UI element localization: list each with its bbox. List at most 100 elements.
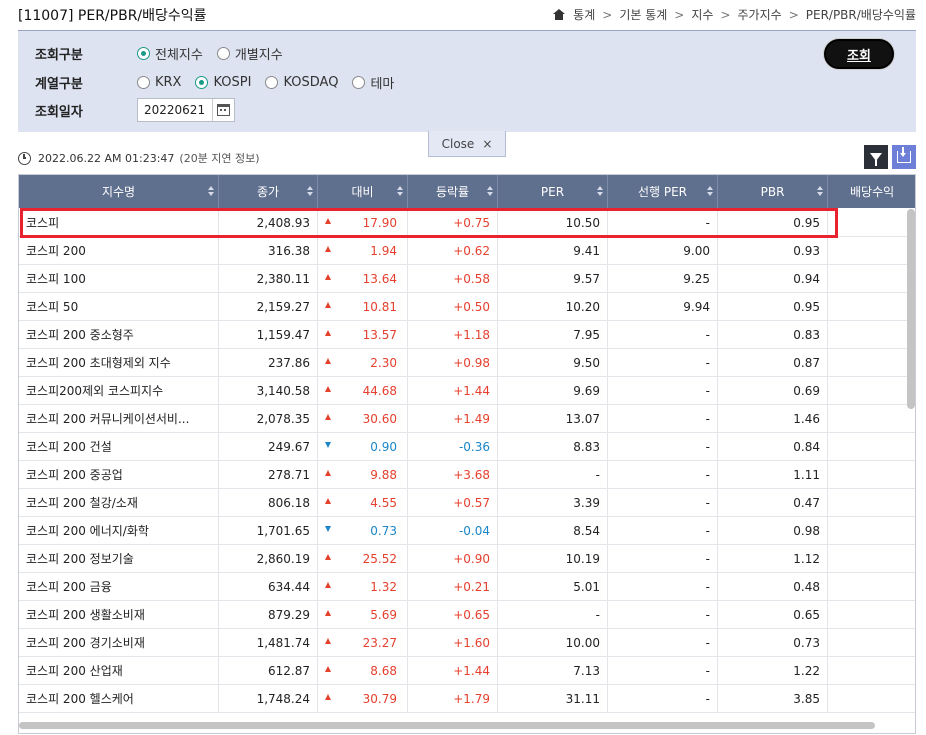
cell-pbr: 0.48 (718, 573, 828, 600)
close-panel-tab[interactable]: Close × (428, 131, 506, 157)
cell-index-name[interactable]: 코스피 200 정보기술 (19, 545, 219, 572)
table-row[interactable]: 코스피 200 헬스케어 1,748.24 30.79 +1.79 31.11-3.85 (19, 685, 915, 713)
table-row[interactable]: 코스피 200 초대형제외 지수 237.86 2.30 +0.98 9.50-0.87 (19, 349, 915, 377)
cell-index-name[interactable]: 코스피 200 경기소비재 (19, 629, 219, 656)
table-row[interactable]: 코스피200제외 코스피지수 3,140.58 44.68 +1.44 9.69-0.6… (19, 377, 915, 405)
cell-index-name[interactable]: 코스피 200 에너지/화학 (19, 517, 219, 544)
cell-change: 44.68 (318, 377, 408, 404)
table-row[interactable]: 코스피 100 2,380.11 13.64 +0.58 9.57 9.25 0.94 (19, 265, 915, 293)
breadcrumb-item[interactable]: 지수 (691, 6, 713, 23)
column-header-name[interactable]: 지수명 (19, 175, 219, 208)
cell-forward-per: - (608, 321, 718, 348)
breadcrumb-item[interactable]: 주가지수 (738, 6, 782, 23)
cell-change: 8.68 (318, 657, 408, 684)
date-picker (137, 98, 235, 122)
radio-theme[interactable]: 테마 (352, 73, 394, 92)
cell-index-name[interactable]: 코스피 (19, 209, 219, 236)
cell-change: 1.94 (318, 237, 408, 264)
cell-index-name[interactable]: 코스피 200 산업재 (19, 657, 219, 684)
cell-forward-per: - (608, 209, 718, 236)
cell-forward-per: - (608, 685, 718, 712)
radio-kospi[interactable]: KOSPI (195, 75, 251, 90)
change-value: 30.60 (362, 411, 397, 426)
table-row[interactable]: 코스피 200 생활소비재 879.29 5.69 +0.65- -0.65 (19, 601, 915, 629)
table-row[interactable]: 코스피 200 산업재 612.87 8.68 +1.44 7.13-1.22 (19, 657, 915, 685)
table-row[interactable]: 코스피 200 316.38 1.94 +0.62 9.41 9.00 0.93 (19, 237, 915, 265)
radio-kosdaq[interactable]: KOSDAQ (265, 75, 338, 90)
radio-label: KRX (155, 75, 182, 90)
cell-index-name[interactable]: 코스피 200 생활소비재 (19, 601, 219, 628)
cell-index-name[interactable]: 코스피 50 (19, 293, 219, 320)
breadcrumb-item[interactable]: 기본 통계 (619, 6, 667, 23)
cell-index-name[interactable]: 코스피 200 중공업 (19, 461, 219, 488)
table-row[interactable]: 코스피 200 금융 634.44 1.32 +0.21 5.01-0.48 (19, 573, 915, 601)
cell-index-name[interactable]: 코스피 200 철강/소재 (19, 489, 219, 516)
cell-rate: +1.60 (408, 629, 498, 656)
timestamp: 2022.06.22 AM 01:23:47 (38, 151, 175, 165)
cell-change: 2.30 (318, 349, 408, 376)
table-row[interactable]: 코스피 200 경기소비재 1,481.74 23.27 +1.60 10.00-0.7… (19, 629, 915, 657)
cell-pbr: 1.12 (718, 545, 828, 572)
calendar-icon (217, 104, 230, 116)
table-row[interactable]: 코스피 200 정보기술 2,860.19 25.52 +0.90 10.19-1.12 (19, 545, 915, 573)
table-row[interactable]: 코스피 2,408.93 17.90 +0.75 10.50-0.95 (19, 209, 915, 237)
series-row: 계열구분 KRX KOSPI KOSDAQ 테마 (35, 73, 408, 92)
table-row[interactable]: 코스피 200 건설 249.67 0.90 -0.36 8.83-0.84 (19, 433, 915, 461)
cell-rate: -0.04 (408, 517, 498, 544)
column-header-change[interactable]: 대비 (318, 175, 408, 208)
cell-dividend (828, 293, 915, 320)
cell-index-name[interactable]: 코스피 100 (19, 265, 219, 292)
breadcrumb-item[interactable]: 통계 (573, 6, 595, 23)
table-row[interactable]: 코스피 200 철강/소재 806.18 4.55 +0.57 3.39-0.47 (19, 489, 915, 517)
radio-all-index[interactable]: 전체지수 (137, 44, 203, 63)
cell-index-name[interactable]: 코스피 200 금융 (19, 573, 219, 600)
close-tab-label: Close (441, 136, 475, 151)
cell-rate: +0.75 (408, 209, 498, 236)
cell-per: 31.11 (498, 685, 608, 712)
table-row[interactable]: 코스피 200 에너지/화학 1,701.65 0.73 -0.04 8.54-0.98 (19, 517, 915, 545)
radio-dot[interactable] (216, 47, 230, 60)
cell-index-name[interactable]: 코스피 200 건설 (19, 433, 219, 460)
column-header-pbr[interactable]: PBR (718, 175, 828, 208)
date-input[interactable] (138, 99, 212, 121)
cell-index-name[interactable]: 코스피 200 중소형주 (19, 321, 219, 348)
cell-per: 9.50 (498, 349, 608, 376)
column-header-rate[interactable]: 등락률 (408, 175, 498, 208)
column-header-label: 등락률 (435, 185, 470, 199)
cell-close: 316.38 (219, 237, 318, 264)
search-button[interactable]: 조회 (824, 39, 894, 69)
cell-index-name[interactable]: 코스피 200 헬스케어 (19, 685, 219, 712)
table-row[interactable]: 코스피 200 커뮤니케이션서비... 2,078.35 30.60 +1.49 13.… (19, 405, 915, 433)
radio-dot[interactable] (352, 76, 366, 89)
column-header-per[interactable]: PER (498, 175, 608, 208)
table-row[interactable]: 코스피 200 중소형주 1,159.47 13.57 +1.18 7.95-0.83 (19, 321, 915, 349)
horizontal-scrollbar[interactable] (19, 722, 875, 729)
table-row[interactable]: 코스피 50 2,159.27 10.81 +0.50 10.20 9.94 0.95 (19, 293, 915, 321)
chevron-right-icon: > (602, 7, 613, 22)
table-row[interactable]: 코스피 200 중공업 278.71 9.88 +3.68- -1.11 (19, 461, 915, 489)
cell-index-name[interactable]: 코스피 200 커뮤니케이션서비... (19, 405, 219, 432)
breadcrumb-item[interactable]: PER/PBR/배당수익률 (806, 6, 916, 23)
vertical-scrollbar[interactable] (907, 209, 915, 409)
radio-dot[interactable] (137, 76, 150, 89)
column-header-forward-per[interactable]: 선행 PER (608, 175, 718, 208)
radio-dot[interactable] (137, 47, 150, 60)
cell-forward-per: - (608, 657, 718, 684)
cell-per: 5.01 (498, 573, 608, 600)
column-header-close[interactable]: 종가 (219, 175, 318, 208)
radio-dot[interactable] (265, 76, 279, 89)
cell-index-name[interactable]: 코스피 200 (19, 237, 219, 264)
download-button[interactable] (892, 145, 916, 169)
calendar-button[interactable] (212, 99, 234, 121)
cell-rate: +0.62 (408, 237, 498, 264)
cell-pbr: 0.65 (718, 601, 828, 628)
radio-krx[interactable]: KRX (137, 75, 181, 90)
cell-index-name[interactable]: 코스피200제외 코스피지수 (19, 377, 219, 404)
radio-individual-index[interactable]: 개별지수 (216, 44, 283, 63)
filter-button[interactable] (864, 145, 888, 169)
radio-dot[interactable] (195, 76, 209, 89)
column-header-dividend[interactable]: 배당수익 (828, 175, 915, 208)
cell-forward-per: - (608, 405, 718, 432)
home-icon[interactable] (553, 9, 566, 20)
cell-index-name[interactable]: 코스피 200 초대형제외 지수 (19, 349, 219, 376)
